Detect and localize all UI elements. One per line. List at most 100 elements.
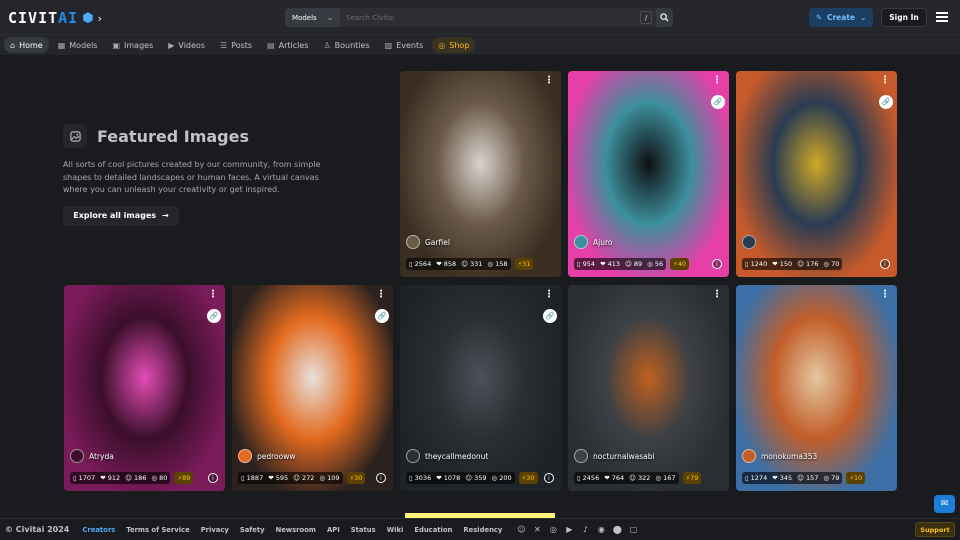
buzz-tip[interactable]: ⚡10: [846, 472, 866, 484]
tiktok-icon[interactable]: ♪: [580, 525, 590, 534]
more-options-icon[interactable]: ⋮: [544, 76, 554, 86]
sign-in-button[interactable]: Sign In: [881, 8, 927, 27]
info-icon[interactable]: i: [544, 473, 554, 483]
buzz-tip[interactable]: ⚡79: [682, 472, 702, 484]
more-options-icon[interactable]: ⋮: [208, 290, 218, 300]
tab-images[interactable]: ▣ Images: [106, 37, 159, 53]
x-icon[interactable]: ✕: [532, 525, 542, 534]
footer-link-privacy[interactable]: Privacy: [201, 526, 229, 534]
tab-articles[interactable]: ▤ Articles: [261, 37, 314, 53]
footer-link-terms-of-service[interactable]: Terms of Service: [126, 526, 189, 534]
stat-likes[interactable]: ❤ 150: [772, 260, 792, 268]
stat-laughs[interactable]: ☺ 157: [797, 474, 818, 482]
stat-cries[interactable]: ◎ 56: [647, 260, 663, 268]
stat-laughs[interactable]: ☺ 186: [125, 474, 146, 482]
buzz-tip[interactable]: ⚡89: [174, 472, 194, 484]
tab-posts[interactable]: ☰ Posts: [214, 37, 258, 53]
image-card[interactable]: ⋮ nocturnalwasabi ▯ 2456 ❤ 764 ☺ 322 ◎ 167 ⚡79: [568, 285, 729, 491]
stat-likes[interactable]: ❤ 1078: [436, 474, 460, 482]
search-type-select[interactable]: Models ⌄: [285, 8, 340, 27]
support-button[interactable]: Support: [915, 522, 955, 537]
footer-link-status[interactable]: Status: [351, 526, 376, 534]
card-user[interactable]: pedrooww: [238, 449, 296, 463]
footer-link-residency[interactable]: Residency: [463, 526, 502, 534]
link-icon[interactable]: 🔗: [543, 309, 557, 323]
footer-link-wiki[interactable]: Wiki: [387, 526, 404, 534]
stat-views[interactable]: ▯ 2564: [409, 260, 431, 268]
footer-link-safety[interactable]: Safety: [240, 526, 265, 534]
footer-link-newsroom[interactable]: Newsroom: [276, 526, 316, 534]
stat-likes[interactable]: ❤ 413: [600, 260, 620, 268]
image-card[interactable]: ⋮ 🔗 ▯ 1240 ❤ 150 ☺ 176 ◎ 70 i: [736, 71, 897, 277]
tab-home[interactable]: ⌂ Home: [4, 37, 49, 53]
buzz-tip[interactable]: ⚡31: [514, 258, 534, 270]
stat-laughs[interactable]: ☺ 359: [465, 474, 486, 482]
instagram-icon[interactable]: ◎: [548, 525, 558, 534]
more-options-icon[interactable]: ⋮: [880, 76, 890, 86]
stat-cries[interactable]: ◎ 109: [319, 474, 339, 482]
discord-icon[interactable]: ☺: [516, 525, 526, 534]
more-options-icon[interactable]: ⋮: [712, 290, 722, 300]
footer-link-api[interactable]: API: [327, 526, 340, 534]
explore-all-images-button[interactable]: Explore all images →: [63, 205, 179, 226]
link-icon[interactable]: 🔗: [375, 309, 389, 323]
image-card[interactable]: ⋮ Garfiel ▯ 2564 ❤ 858 ☺ 331 ◎ 158 ⚡31: [400, 71, 561, 277]
stat-cries[interactable]: ◎ 79: [823, 474, 839, 482]
stat-views[interactable]: ▯ 1274: [745, 474, 767, 482]
image-card[interactable]: ⋮ 🔗 theycallmedonut ▯ 3036 ❤ 1078 ☺ 359 ◎ 200 ⚡…: [400, 285, 561, 491]
tab-shop[interactable]: ◎ Shop: [432, 37, 476, 53]
create-button[interactable]: ✎ Create ⌄: [809, 8, 873, 27]
card-user[interactable]: Garfiel: [406, 235, 450, 249]
info-icon[interactable]: i: [880, 259, 890, 269]
stat-laughs[interactable]: ☺ 322: [629, 474, 650, 482]
stat-views[interactable]: ▯ 1707: [73, 474, 95, 482]
stat-laughs[interactable]: ☺ 89: [625, 260, 642, 268]
image-card[interactable]: ⋮ monokuma353 ▯ 1274 ❤ 345 ☺ 157 ◎ 79 ⚡10: [736, 285, 897, 491]
more-options-icon[interactable]: ⋮: [544, 290, 554, 300]
stat-likes[interactable]: ❤ 858: [436, 260, 456, 268]
footer-link-education[interactable]: Education: [414, 526, 452, 534]
stat-cries[interactable]: ◎ 80: [151, 474, 167, 482]
stat-cries[interactable]: ◎ 70: [823, 260, 839, 268]
image-card[interactable]: ⋮ 🔗 Atryda ▯ 1707 ❤ 912 ☺ 186 ◎ 80 ⚡89 i: [64, 285, 225, 491]
card-user[interactable]: theycallmedonut: [406, 449, 488, 463]
more-options-icon[interactable]: ⋮: [376, 290, 386, 300]
reddit-icon[interactable]: ◉: [596, 525, 606, 534]
stat-likes[interactable]: ❤ 595: [268, 474, 288, 482]
stat-laughs[interactable]: ☺ 331: [461, 260, 482, 268]
stat-views[interactable]: ▯ 954: [577, 260, 595, 268]
stat-likes[interactable]: ❤ 345: [772, 474, 792, 482]
civitai-logo[interactable]: CIVITAI ⬢ ›: [8, 9, 102, 27]
tab-events[interactable]: ▧ Events: [379, 37, 430, 53]
stat-laughs[interactable]: ☺ 272: [293, 474, 314, 482]
chat-icon[interactable]: ✉: [934, 495, 955, 513]
stat-likes[interactable]: ❤ 764: [604, 474, 624, 482]
image-card[interactable]: ⋮ 🔗 pedrooww ▯ 1887 ❤ 595 ☺ 272 ◎ 109 ⚡30 i: [232, 285, 393, 491]
info-icon[interactable]: i: [208, 473, 218, 483]
buzz-tip[interactable]: ⚡30: [518, 472, 538, 484]
hamburger-menu-icon[interactable]: [936, 12, 948, 22]
search-button[interactable]: [656, 8, 673, 27]
more-options-icon[interactable]: ⋮: [880, 290, 890, 300]
image-card[interactable]: ⋮ 🔗 Ajuro ▯ 954 ❤ 413 ☺ 89 ◎ 56 ⚡40 i: [568, 71, 729, 277]
card-user[interactable]: nocturnalwasabi: [574, 449, 655, 463]
buzz-tip[interactable]: ⚡30: [346, 472, 366, 484]
stat-views[interactable]: ▯ 1240: [745, 260, 767, 268]
stat-cries[interactable]: ◎ 200: [492, 474, 512, 482]
link-icon[interactable]: 🔗: [207, 309, 221, 323]
card-user[interactable]: Ajuro: [574, 235, 612, 249]
card-user[interactable]: Atryda: [70, 449, 114, 463]
stat-views[interactable]: ▯ 3036: [409, 474, 431, 482]
search-input[interactable]: [340, 8, 656, 27]
stat-cries[interactable]: ◎ 158: [487, 260, 507, 268]
card-user[interactable]: [742, 235, 761, 249]
stat-likes[interactable]: ❤ 912: [100, 474, 120, 482]
youtube-icon[interactable]: ▶: [564, 525, 574, 534]
tab-bounties[interactable]: ♙ Bounties: [317, 37, 375, 53]
stat-cries[interactable]: ◎ 167: [655, 474, 675, 482]
link-icon[interactable]: 🔗: [879, 95, 893, 109]
twitch-icon[interactable]: ▢: [628, 525, 638, 534]
info-icon[interactable]: i: [376, 473, 386, 483]
card-user[interactable]: monokuma353: [742, 449, 817, 463]
more-options-icon[interactable]: ⋮: [712, 76, 722, 86]
